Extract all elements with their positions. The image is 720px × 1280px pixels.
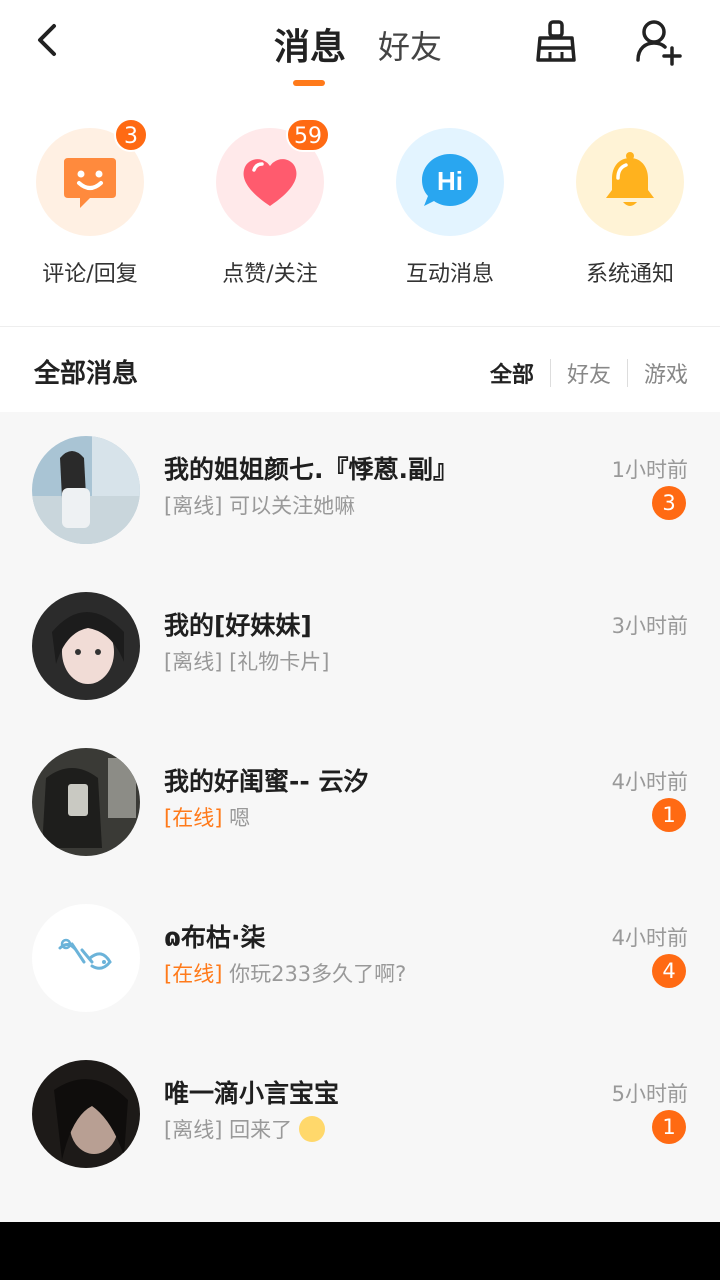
avatar-photo	[32, 904, 140, 1012]
category-row: 3 评论/回复 59 点赞/关注 Hi 互动消息 系统通知	[0, 100, 720, 326]
category-label: 点赞/关注	[222, 262, 318, 287]
bell-icon	[606, 152, 654, 206]
avatar-photo	[32, 436, 140, 544]
broom-icon	[536, 20, 576, 62]
active-tab-indicator	[293, 80, 325, 86]
message-preview: [离线] 可以关注她嘛	[164, 490, 355, 520]
section-title: 全部消息	[34, 359, 139, 389]
heart-icon	[243, 159, 297, 206]
interactions-icon-circle: Hi	[396, 128, 504, 236]
clear-unread-button[interactable]	[532, 16, 580, 68]
message-time: 4小时前	[611, 770, 688, 794]
last-message: 回来了	[229, 1118, 293, 1142]
unread-badge: 4	[652, 954, 686, 988]
avatar[interactable]	[32, 1060, 140, 1168]
conversation-row[interactable]: 唯一滴小言宝宝 [离线] 回来了 5小时前 1	[0, 1036, 720, 1192]
message-time: 4小时前	[611, 926, 688, 950]
status-label: [离线]	[164, 494, 223, 518]
avatar[interactable]	[32, 436, 140, 544]
notifications-icon-circle	[576, 128, 684, 236]
category-likes[interactable]: 59 点赞/关注	[190, 118, 350, 298]
smile-chat-icon	[64, 158, 116, 208]
conversation-row[interactable]: 我的姐姐颜七.『悸蒽.副』 [离线] 可以关注她嘛 1小时前 3	[0, 412, 720, 568]
avatar-photo	[32, 1060, 140, 1168]
messages-screen: 消息 好友 3 评论/回复 59 点赞/关注 Hi 互动消息 系统通知 全部消息…	[0, 0, 720, 1222]
svg-text:Hi: Hi	[437, 166, 463, 196]
all-messages-header: 全部消息 全部 好友 游戏	[0, 326, 720, 412]
category-label: 系统通知	[585, 262, 674, 287]
category-label: 评论/回复	[42, 262, 138, 287]
unread-badge: 3	[652, 486, 686, 520]
unread-badge: 1	[652, 1110, 686, 1144]
message-list: 我的姐姐颜七.『悸蒽.副』 [离线] 可以关注她嘛 1小时前 3 我的[好妹妹]	[0, 412, 720, 1222]
filter-all[interactable]: 全部	[474, 357, 550, 389]
contact-name: 我的好闺蜜-- 云汐	[164, 767, 369, 796]
add-friend-button[interactable]	[632, 16, 684, 68]
category-interactions[interactable]: Hi 互动消息	[370, 128, 530, 298]
tab-messages[interactable]: 消息	[274, 18, 346, 70]
last-message: 你玩233多久了啊?	[229, 962, 407, 986]
conversation-row[interactable]: ɷ布枯·柒 [在线] 你玩233多久了啊? 4小时前 4	[0, 880, 720, 1036]
contact-name: 唯一滴小言宝宝	[164, 1079, 340, 1108]
avatar[interactable]	[32, 592, 140, 700]
filter-games[interactable]: 游戏	[628, 357, 688, 389]
last-message: 可以关注她嘛	[229, 494, 356, 518]
message-filters: 全部 好友 游戏	[474, 357, 688, 389]
comments-badge: 3	[114, 118, 148, 152]
avatar[interactable]	[32, 904, 140, 1012]
likes-badge: 59	[286, 118, 330, 152]
category-comments[interactable]: 3 评论/回复	[10, 118, 170, 298]
status-label: [在线]	[164, 962, 223, 986]
avatar-photo	[32, 748, 140, 856]
contact-name: ɷ布枯·柒	[164, 923, 266, 952]
add-user-icon	[636, 20, 682, 66]
message-time: 5小时前	[611, 1082, 688, 1106]
conversation-row[interactable]: 我的[好妹妹] [离线] [礼物卡片] 3小时前	[0, 568, 720, 724]
filter-friends[interactable]: 好友	[551, 357, 627, 389]
status-label: [离线]	[164, 1118, 223, 1142]
kiss-emoji-icon	[298, 1116, 325, 1142]
status-label: [在线]	[164, 806, 223, 830]
unread-badge: 1	[652, 798, 686, 832]
message-preview: [在线] 嗯	[164, 802, 250, 832]
message-preview: [在线] 你玩233多久了啊?	[164, 958, 406, 988]
category-label: 互动消息	[405, 262, 494, 287]
tab-friends[interactable]: 好友	[378, 22, 442, 68]
message-time: 3小时前	[611, 614, 688, 638]
last-message: [礼物卡片]	[229, 650, 330, 674]
status-label: [离线]	[164, 650, 223, 674]
category-notifications[interactable]: 系统通知	[550, 128, 710, 298]
message-time: 1小时前	[611, 458, 688, 482]
back-button[interactable]	[28, 18, 68, 62]
avatar-photo	[32, 592, 140, 700]
hi-bubble-icon: Hi	[422, 154, 478, 206]
top-bar: 消息 好友	[0, 0, 720, 100]
contact-name: 我的姐姐颜七.『悸蒽.副』	[164, 455, 458, 484]
chevron-left-icon	[38, 24, 56, 56]
message-preview: [离线] 回来了	[164, 1114, 325, 1144]
contact-name: 我的[好妹妹]	[164, 611, 312, 640]
conversation-row[interactable]: 我的好闺蜜-- 云汐 [在线] 嗯 4小时前 1	[0, 724, 720, 880]
last-message: 嗯	[229, 806, 251, 830]
message-preview: [离线] [礼物卡片]	[164, 646, 329, 676]
avatar[interactable]	[32, 748, 140, 856]
